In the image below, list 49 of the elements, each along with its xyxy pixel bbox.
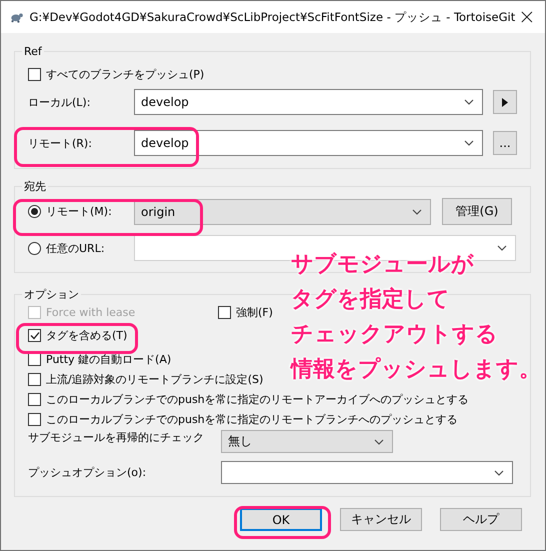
play-icon: [502, 98, 508, 106]
chevron-icon: [464, 140, 474, 146]
radio-button[interactable]: [28, 205, 41, 218]
chevron-icon: [494, 470, 504, 476]
dropdown-field[interactable]: develop: [134, 130, 483, 156]
callout-text: 情報をプッシュします。: [291, 356, 541, 383]
chevron-icon: [497, 245, 507, 251]
field-label: サブモジュールを再帰的にチェック: [28, 430, 205, 445]
checkbox-label: 強制(F): [236, 304, 273, 320]
dialog-button[interactable]: キャンセル: [340, 508, 422, 531]
checkbox-label: すべてのブランチをプッシュ(P): [46, 66, 204, 82]
checkbox[interactable]: [218, 306, 231, 318]
group-title: Ref: [23, 45, 43, 58]
checkbox[interactable]: [28, 328, 41, 342]
window-title: G:¥Dev¥Godot4GD¥SakuraCrowd¥ScLibProject¥ScFitFontSize - プッシュ - TortoiseGit: [29, 10, 516, 24]
callout-text: タグを指定して: [291, 286, 450, 313]
checkbox-label: タグを含める(T): [46, 328, 128, 342]
group-title: オプション: [23, 287, 80, 302]
field-label: プッシュオプション(o):: [28, 465, 148, 480]
dropdown-field[interactable]: 無し: [221, 430, 393, 453]
dropdown-field[interactable]: origin: [134, 198, 431, 224]
dialog-button[interactable]: OK: [240, 508, 322, 531]
close-icon[interactable]: [521, 10, 533, 24]
dropdown-field[interactable]: [221, 461, 513, 484]
checkbox-label: Putty 鍵の自動ロード(A): [46, 352, 172, 366]
dropdown-field[interactable]: develop: [134, 89, 483, 115]
checkbox-label: Force with lease: [46, 306, 136, 318]
group-title: 宛先: [23, 179, 47, 194]
checkbox-label: このローカルブランチでのpushを常に指定のリモートアーカイブへのプッシュとする: [46, 392, 469, 406]
callout-text: チェックアウトする: [291, 321, 498, 348]
field-label: ローカル(L):: [28, 94, 92, 110]
radio-button[interactable]: [28, 242, 41, 254]
dialog-button[interactable]: ヘルプ: [440, 508, 522, 531]
arrow-button[interactable]: [493, 90, 517, 114]
callout-text: サブモジュールが: [291, 251, 474, 278]
radio-label: 任意のURL:: [46, 240, 105, 256]
checkbox[interactable]: [28, 68, 41, 80]
checkbox[interactable]: [28, 412, 41, 426]
checkbox[interactable]: [28, 372, 41, 386]
browse-button[interactable]: ...: [493, 131, 517, 155]
field-label: リモート(R):: [28, 136, 93, 150]
radio-label: リモート(M):: [46, 204, 112, 219]
checkbox-label: 上流/追跡対象のリモートブランチに設定(S): [46, 372, 264, 386]
chevron-icon: [464, 99, 474, 105]
chevron-icon: [412, 208, 422, 214]
manage-button[interactable]: 管理(G): [442, 198, 512, 225]
checkbox-label: このローカルブランチでのpushを常に指定のリモートブランチへのプッシュとする: [46, 412, 458, 426]
chevron-icon: [374, 438, 384, 444]
checkbox[interactable]: [28, 392, 41, 406]
